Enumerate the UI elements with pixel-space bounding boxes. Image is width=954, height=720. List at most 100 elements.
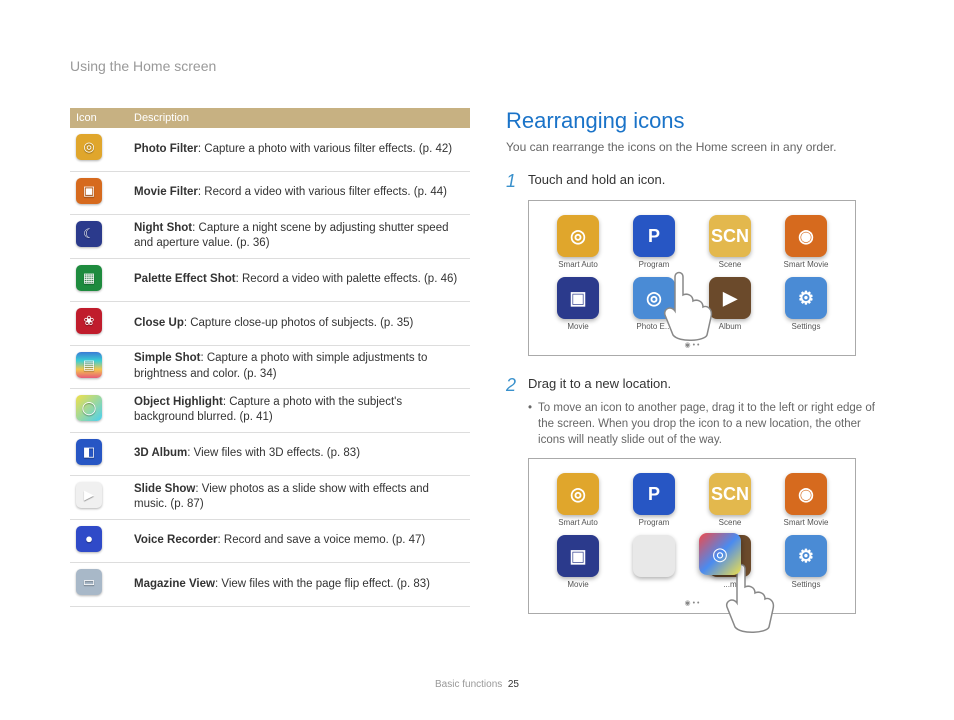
feature-description: Movie Filter: Record a video with variou… <box>128 171 470 215</box>
app-label: Movie <box>567 322 588 331</box>
app-item: Photo E... <box>626 277 682 331</box>
feature-icon <box>76 178 102 204</box>
feature-description: Voice Recorder: Record and save a voice … <box>128 519 470 563</box>
feature-icon <box>76 526 102 552</box>
feature-description: Photo Filter: Capture a photo with vario… <box>128 128 470 171</box>
app-label: Program <box>639 518 670 527</box>
app-item: Program <box>626 215 682 269</box>
app-icon <box>709 277 751 319</box>
app-label: Smart Movie <box>784 518 829 527</box>
home-screen-preview-2: Smart Auto Program Scene Smart Movie Movie..… <box>528 458 856 614</box>
app-icon <box>785 535 827 577</box>
app-item: Settings <box>778 277 834 331</box>
app-label: Program <box>639 260 670 269</box>
table-row: 3D Album: View files with 3D effects. (p… <box>70 432 470 476</box>
table-row: Object Highlight: Capture a photo with t… <box>70 389 470 433</box>
app-label: Photo E... <box>636 322 671 331</box>
app-icon <box>709 215 751 257</box>
table-row: Movie Filter: Record a video with variou… <box>70 171 470 215</box>
app-item: Smart Movie <box>778 215 834 269</box>
feature-description: 3D Album: View files with 3D effects. (p… <box>128 432 470 476</box>
step-1-text: Touch and hold an icon. <box>528 172 665 190</box>
app-item: Settings <box>778 535 834 589</box>
app-label: Smart Auto <box>558 260 598 269</box>
app-icon <box>785 277 827 319</box>
app-icon <box>633 535 675 577</box>
app-icon <box>633 473 675 515</box>
app-label: Smart Movie <box>784 260 829 269</box>
section-title: Using the Home screen <box>70 58 216 74</box>
step-2-bullet: • To move an icon to another page, drag … <box>528 400 884 448</box>
app-icon <box>557 215 599 257</box>
feature-icon <box>76 134 102 160</box>
app-icon <box>785 473 827 515</box>
app-item <box>626 535 682 589</box>
th-desc: Description <box>128 108 470 128</box>
app-icon <box>633 277 675 319</box>
rearrange-intro: You can rearrange the icons on the Home … <box>506 140 884 154</box>
table-row: Magazine View: View files with the page … <box>70 563 470 607</box>
feature-description: Magazine View: View files with the page … <box>128 563 470 607</box>
feature-description: Slide Show: View photos as a slide show … <box>128 476 470 520</box>
app-item: Program <box>626 473 682 527</box>
app-icon <box>785 215 827 257</box>
table-row: Close Up: Capture close-up photos of sub… <box>70 302 470 346</box>
app-label: Movie <box>567 580 588 589</box>
step-1-num: 1 <box>506 172 520 190</box>
dragged-icon: ◎ <box>699 533 741 575</box>
app-item: Movie <box>550 535 606 589</box>
table-row: Night Shot: Capture a night scene by adj… <box>70 215 470 259</box>
app-label: Settings <box>792 580 821 589</box>
chapter-label: Basic functions <box>435 679 502 690</box>
app-item: Scene <box>702 473 758 527</box>
app-label: Scene <box>719 518 742 527</box>
feature-description: Object Highlight: Capture a photo with t… <box>128 389 470 433</box>
app-item: Scene <box>702 215 758 269</box>
app-item: Smart Movie <box>778 473 834 527</box>
app-label: Scene <box>719 260 742 269</box>
feature-description: Close Up: Capture close-up photos of sub… <box>128 302 470 346</box>
feature-icon <box>76 352 102 378</box>
app-icon <box>709 473 751 515</box>
feature-description: Night Shot: Capture a night scene by adj… <box>128 215 470 259</box>
app-label: Smart Auto <box>558 518 598 527</box>
feature-icon <box>76 482 102 508</box>
page-footer: Basic functions 25 <box>0 679 954 690</box>
app-icon <box>633 215 675 257</box>
step-2: 2 Drag it to a new location. <box>506 376 884 394</box>
feature-icon <box>76 395 102 421</box>
th-icon: Icon <box>70 108 128 128</box>
app-item: Album <box>702 277 758 331</box>
table-row: Simple Shot: Capture a photo with simple… <box>70 345 470 389</box>
pagination-dots: ◉ • • <box>541 341 843 349</box>
feature-description: Simple Shot: Capture a photo with simple… <box>128 345 470 389</box>
feature-icon <box>76 221 102 247</box>
rearrange-title: Rearranging icons <box>506 108 884 134</box>
feature-icon <box>76 439 102 465</box>
app-label: Settings <box>792 322 821 331</box>
home-screen-preview-1: Smart Auto Program Scene Smart Movie Movie Ph… <box>528 200 856 356</box>
app-item: Movie <box>550 277 606 331</box>
table-row: Slide Show: View photos as a slide show … <box>70 476 470 520</box>
feature-icon <box>76 308 102 334</box>
app-item: Smart Auto <box>550 215 606 269</box>
app-icon <box>557 473 599 515</box>
step-2-num: 2 <box>506 376 520 394</box>
icon-description-table: Icon Description Photo Filter: Capture a… <box>70 108 470 614</box>
pagination-dots: ◉ • • <box>541 599 843 607</box>
step-2-text: Drag it to a new location. <box>528 376 671 394</box>
app-label: Album <box>719 322 742 331</box>
step-1: 1 Touch and hold an icon. <box>506 172 884 190</box>
feature-icon <box>76 265 102 291</box>
feature-description: Palette Effect Shot: Record a video with… <box>128 258 470 302</box>
bullet-text: To move an icon to another page, drag it… <box>538 400 884 448</box>
table-row: Voice Recorder: Record and save a voice … <box>70 519 470 563</box>
table-row: Photo Filter: Capture a photo with vario… <box>70 128 470 171</box>
app-item: Smart Auto <box>550 473 606 527</box>
page-number: 25 <box>508 679 519 690</box>
table-row: Palette Effect Shot: Record a video with… <box>70 258 470 302</box>
app-label: ...m <box>723 580 736 589</box>
app-icon <box>557 277 599 319</box>
feature-icon <box>76 569 102 595</box>
app-icon <box>557 535 599 577</box>
